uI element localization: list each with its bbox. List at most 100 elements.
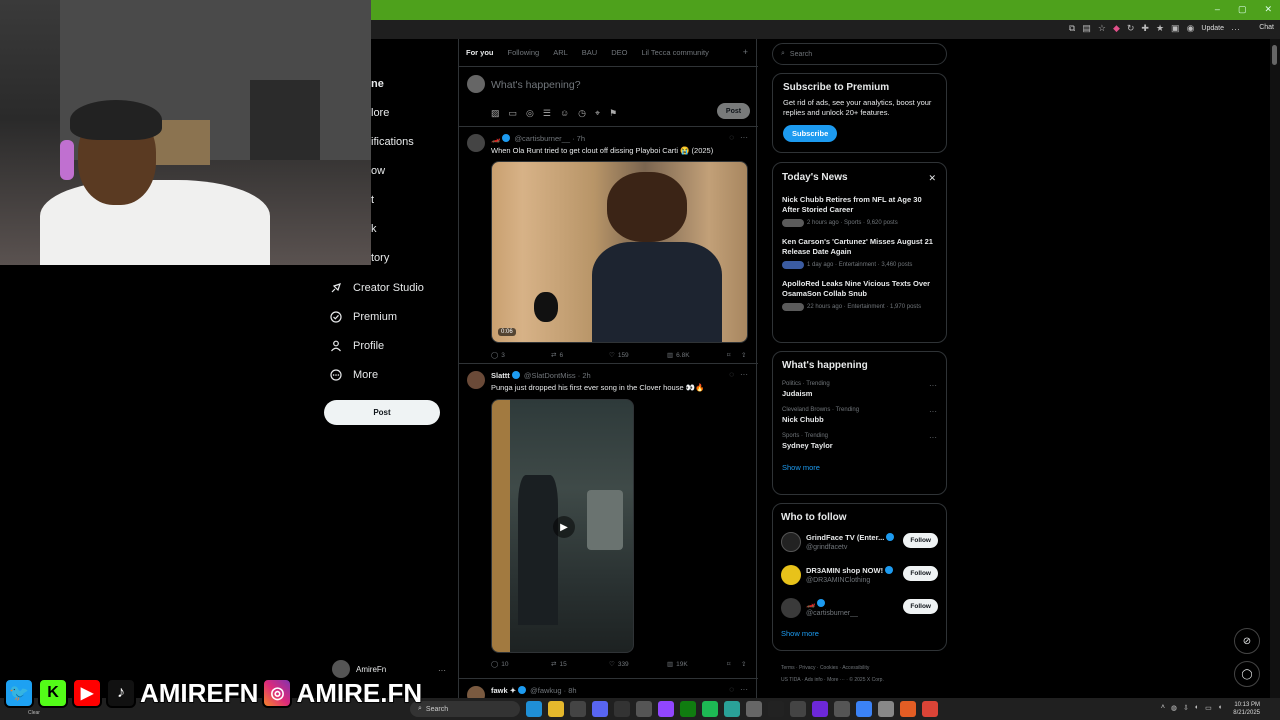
close-icon[interactable]: ✕: [928, 173, 936, 184]
obs-icon[interactable]: [636, 701, 652, 717]
tab-lil-tecca-community[interactable]: Lil Tecca community: [634, 48, 715, 57]
news-item[interactable]: ApolloRed Leaks Nine Vicious Texts Over …: [782, 279, 937, 311]
puzzle-icon[interactable]: ✚: [1141, 23, 1149, 34]
screenshot-icon[interactable]: ⧉: [1069, 23, 1075, 34]
nav-follow-partial[interactable]: ow: [371, 165, 385, 177]
grok-icon[interactable]: ◌: [729, 133, 734, 142]
sidebar-post-button[interactable]: Post: [324, 400, 440, 425]
trend-item[interactable]: Sports · Trending Sydney Taylor ···: [782, 433, 937, 450]
repost-button[interactable]: ⇄ 6: [551, 351, 609, 360]
tab-for-you[interactable]: For you: [459, 48, 501, 57]
xbox-icon[interactable]: [680, 701, 696, 717]
nav-history-partial[interactable]: tory: [371, 252, 389, 264]
nav-more[interactable]: More: [330, 366, 378, 384]
app-icon[interactable]: [768, 701, 784, 717]
image-icon[interactable]: ▨: [491, 108, 500, 119]
grok-float-button[interactable]: ⊘: [1234, 628, 1260, 654]
composer-post-button[interactable]: Post: [717, 103, 750, 119]
taskbar-clock[interactable]: 10:13 PM 8/21/2025: [1233, 701, 1260, 717]
nav-grok-partial[interactable]: k: [371, 223, 377, 235]
volume-icon[interactable]: ◖: [1218, 704, 1222, 712]
follow-suggestion[interactable]: DR3AMIN shop NOW! @DR3AMINClothing Follo…: [781, 563, 938, 587]
download-icon[interactable]: ⇩: [1183, 704, 1189, 712]
tweet-handle[interactable]: @SlatDontMiss: [524, 371, 576, 380]
search-input[interactable]: ⌕ Search: [772, 43, 947, 65]
scroll-thumb[interactable]: [1272, 45, 1277, 65]
grok-icon[interactable]: ◌: [729, 685, 734, 694]
favorites-icon[interactable]: ★: [1156, 23, 1164, 34]
tweet-handle[interactable]: @fawkug: [530, 686, 561, 695]
app-icon[interactable]: [900, 701, 916, 717]
reply-button[interactable]: ◯ 3: [491, 351, 551, 360]
emoji-icon[interactable]: ☺: [560, 108, 569, 119]
profile-icon[interactable]: ◉: [1187, 23, 1195, 34]
show-more-link[interactable]: Show more: [782, 463, 937, 472]
poll-icon[interactable]: ☰: [543, 108, 551, 119]
footer-link[interactable]: Accessibility: [842, 665, 869, 671]
location-icon[interactable]: ⌖: [595, 108, 600, 119]
update-button[interactable]: Update: [1201, 25, 1224, 32]
footer-link[interactable]: More ···: [827, 677, 845, 683]
chevron-up-icon[interactable]: ˄: [1161, 704, 1165, 712]
tweet-author-name[interactable]: 🏎️: [491, 134, 500, 143]
more-icon[interactable]: ···: [929, 433, 937, 442]
nav-notifications-partial[interactable]: ifications: [371, 136, 414, 148]
follow-button[interactable]: Follow: [903, 533, 938, 548]
tweet-video[interactable]: ▶: [491, 399, 634, 653]
reply-button[interactable]: ◯ 10: [491, 660, 551, 669]
schedule-icon[interactable]: ◷: [578, 108, 586, 119]
flag-icon[interactable]: ⚑: [609, 108, 617, 119]
tab-bau[interactable]: BAU: [575, 48, 604, 57]
app-icon[interactable]: [724, 701, 740, 717]
repost-button[interactable]: ⇄ 15: [551, 660, 609, 669]
bookmark-icon[interactable]: ⌑: [727, 351, 741, 359]
grok-icon[interactable]: ◌: [729, 370, 734, 379]
more-icon[interactable]: ···: [740, 133, 748, 142]
maximize-button[interactable]: ▢: [1238, 4, 1247, 15]
chrome-icon[interactable]: [548, 701, 564, 717]
footer-link[interactable]: US TIDA: [781, 677, 800, 683]
tab-deo[interactable]: DEO: [604, 48, 634, 57]
tweet-handle[interactable]: @cartisburner__: [514, 134, 570, 143]
tweet-video[interactable]: 0:06: [491, 161, 748, 343]
nav-home-partial[interactable]: ne: [371, 78, 384, 90]
nav-profile[interactable]: Profile: [330, 337, 384, 355]
close-window-button[interactable]: ✕: [1264, 4, 1272, 15]
app-tray-icon[interactable]: ◍: [1171, 704, 1177, 712]
add-tab-icon[interactable]: +: [743, 47, 748, 57]
share-icon[interactable]: ⇪: [741, 351, 746, 359]
trend-item[interactable]: Cleveland Browns · Trending Nick Chubb ·…: [782, 407, 937, 424]
footer-link[interactable]: Privacy: [799, 665, 815, 671]
views-button[interactable]: ▥ 19K: [667, 660, 727, 669]
share-icon[interactable]: ⇪: [741, 660, 746, 668]
nav-premium[interactable]: Premium: [330, 308, 397, 326]
composer-input[interactable]: What's happening?: [491, 79, 581, 91]
extension-icon[interactable]: ◆: [1113, 23, 1120, 34]
more-icon[interactable]: ···: [740, 370, 748, 379]
grok-icon[interactable]: ◎: [526, 108, 534, 119]
refresh-icon[interactable]: ↻: [1127, 23, 1135, 34]
app-tray-icon[interactable]: ◐: [1195, 704, 1199, 712]
reader-icon[interactable]: ▤: [1082, 23, 1091, 34]
news-item[interactable]: Nick Chubb Retires from NFL at Age 30 Af…: [782, 195, 937, 227]
epic-icon[interactable]: [614, 701, 630, 717]
tweet-author-name[interactable]: Slattt: [491, 371, 510, 380]
follow-button[interactable]: Follow: [903, 599, 938, 614]
more-icon[interactable]: ···: [740, 685, 748, 694]
app-icon[interactable]: [812, 701, 828, 717]
messages-float-button[interactable]: ◯: [1234, 661, 1260, 687]
footer-link[interactable]: Cookies: [820, 665, 838, 671]
spotify-icon[interactable]: [702, 701, 718, 717]
bookmark-star-icon[interactable]: ☆: [1098, 23, 1106, 34]
follow-suggestion[interactable]: 🏎️ @cartisburner__ Follow: [781, 596, 938, 620]
account-menu-icon[interactable]: ···: [438, 666, 446, 675]
github-icon[interactable]: [570, 701, 586, 717]
footer-link[interactable]: Ads info: [805, 677, 823, 683]
nav-explore-partial[interactable]: lore: [371, 107, 389, 119]
like-button[interactable]: ♡ 339: [609, 660, 667, 669]
network-icon[interactable]: ▭: [1205, 704, 1212, 712]
like-button[interactable]: ♡ 159: [609, 351, 667, 360]
more-icon[interactable]: ···: [929, 381, 937, 390]
footer-link[interactable]: Terms: [781, 665, 795, 671]
minimize-button[interactable]: –: [1215, 4, 1220, 15]
